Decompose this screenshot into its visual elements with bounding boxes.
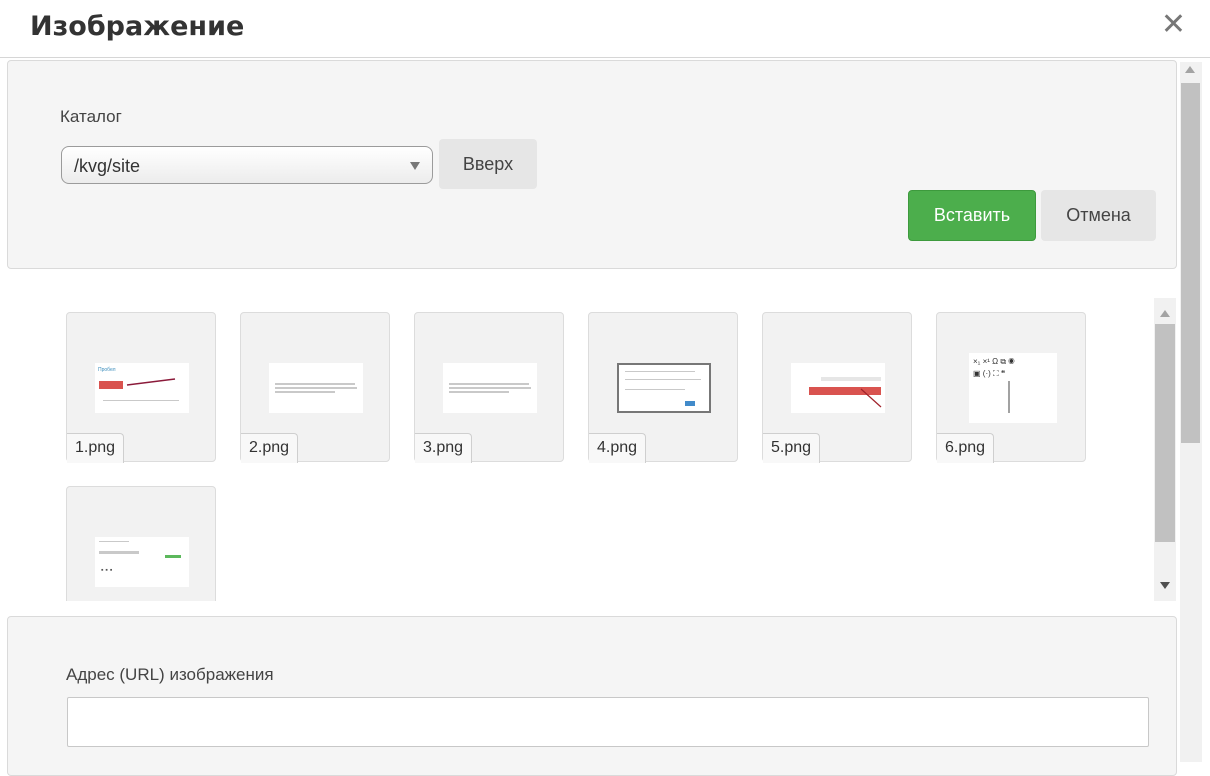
file-browser-scrollbar[interactable] (1154, 298, 1176, 601)
file-thumbnail: ×₁ ×¹ Ω ⧉ ◉ ▣ (·) ⛶ ❝ (969, 353, 1057, 423)
dialog-scrollbar-thumb[interactable] (1181, 83, 1200, 443)
file-item[interactable]: 5.png (762, 312, 912, 463)
file-thumbnail (617, 363, 711, 413)
file-name: 3.png (415, 433, 473, 463)
file-name: 5.png (763, 433, 821, 463)
file-item[interactable]: ▪ ▪ ▪ (66, 486, 216, 601)
file-item[interactable]: 4.png (588, 312, 738, 463)
file-item[interactable]: 3.png (414, 312, 564, 463)
catalog-label: Каталог (60, 107, 122, 126)
file-browser-scrollbar-thumb[interactable] (1155, 324, 1175, 542)
file-name: 1.png (67, 433, 125, 463)
url-panel: Адрес (URL) изображения (7, 616, 1177, 776)
up-button[interactable]: Вверх (439, 139, 537, 189)
file-thumbnail: ▪ ▪ ▪ (95, 537, 189, 587)
catalog-select-value: /kvg/site (74, 156, 141, 176)
file-browser: Пробел 1.png 2.png 3.png 4.png 5.png ×₁ … (0, 298, 1180, 601)
insert-button[interactable]: Вставить (908, 190, 1036, 241)
scroll-up-arrow-icon[interactable] (1185, 66, 1195, 73)
file-thumbnail (269, 363, 363, 413)
scroll-up-arrow-icon[interactable] (1160, 310, 1170, 317)
catalog-panel: Каталог /kvg/site Вверх Вставить Отмена (7, 60, 1177, 269)
dialog-title: Изображение (30, 11, 245, 42)
scroll-down-arrow-icon[interactable] (1160, 582, 1170, 589)
url-input[interactable] (67, 697, 1149, 747)
file-item[interactable]: ×₁ ×¹ Ω ⧉ ◉ ▣ (·) ⛶ ❝ 6.png (936, 312, 1086, 463)
dialog-header: Изображение ✕ (0, 0, 1210, 58)
chevron-down-icon (410, 162, 420, 170)
file-name: 6.png (937, 433, 995, 463)
cancel-button[interactable]: Отмена (1041, 190, 1156, 241)
catalog-select[interactable]: /kvg/site (61, 146, 433, 184)
file-item[interactable]: Пробел 1.png (66, 312, 216, 463)
url-label: Адрес (URL) изображения (66, 665, 274, 684)
close-icon[interactable]: ✕ (1161, 10, 1186, 40)
dialog-scrollbar[interactable] (1180, 62, 1202, 762)
file-thumbnail (443, 363, 537, 413)
file-thumbnail (791, 363, 885, 413)
file-item[interactable]: 2.png (240, 312, 390, 463)
file-name: 2.png (241, 433, 299, 463)
file-thumbnail: Пробел (95, 363, 189, 413)
file-name: 4.png (589, 433, 647, 463)
